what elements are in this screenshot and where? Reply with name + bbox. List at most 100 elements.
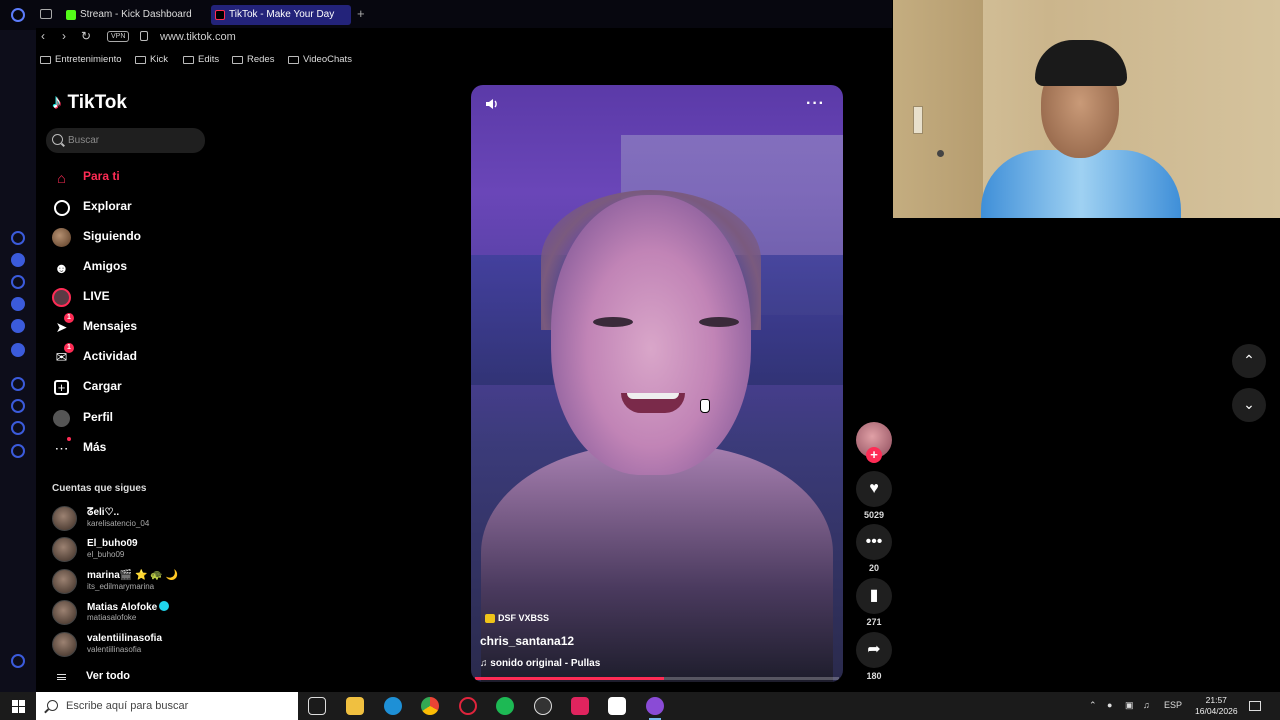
settings-icon[interactable] xyxy=(11,231,25,245)
next-video-button[interactable]: ⌄ xyxy=(1232,388,1266,422)
tiktok-logo[interactable]: ♪ TikTok xyxy=(52,92,127,114)
bookmark-label: Kick xyxy=(150,54,168,65)
task-view-icon[interactable] xyxy=(308,697,326,715)
file-explorer-icon[interactable] xyxy=(346,697,364,715)
nav-label: Mensajes xyxy=(83,319,138,333)
lock-icon[interactable] xyxy=(140,31,148,41)
nav-para-ti[interactable]: ⌂ Para ti xyxy=(52,166,212,188)
new-tab-button[interactable]: + xyxy=(357,7,365,20)
following-account[interactable]: valentiilinasofia valentiilinasofia xyxy=(52,632,212,658)
gear-icon[interactable] xyxy=(11,444,25,458)
microphone-icon[interactable]: ● xyxy=(1107,700,1112,710)
discord-icon[interactable] xyxy=(11,343,25,357)
previous-video-button[interactable]: ⌃ xyxy=(1232,344,1266,378)
notification-dot xyxy=(67,437,71,441)
like-button[interactable]: ♥ xyxy=(856,471,892,507)
tray-expand-icon[interactable]: ⌃ xyxy=(1089,700,1097,711)
clock-time: 21:57 xyxy=(1205,695,1227,705)
windows-start-icon[interactable] xyxy=(12,700,25,713)
tab-kick-dashboard[interactable]: Stream - Kick Dashboard xyxy=(62,5,206,25)
spotify-icon[interactable] xyxy=(496,697,514,715)
bookmark-folder[interactable]: VideoChats xyxy=(288,54,352,65)
video-author[interactable]: chris_santana12 xyxy=(480,634,574,648)
bookmark-folder[interactable]: Edits xyxy=(183,54,219,65)
account-username: its_edilmarymarina xyxy=(87,582,155,591)
profile-icon xyxy=(52,409,71,428)
avatar xyxy=(52,569,77,594)
gx-icon[interactable] xyxy=(11,654,25,668)
chevron-down-icon: ⌄ xyxy=(1243,396,1255,412)
nav-mensajes[interactable]: ➤ 1 Mensajes xyxy=(52,313,212,338)
edge-icon[interactable] xyxy=(384,697,402,715)
bookmark-folder[interactable]: Kick xyxy=(135,54,168,65)
avatar xyxy=(52,600,77,625)
language-indicator[interactable]: ESP xyxy=(1164,700,1182,710)
nav-explorar[interactable]: Explorar xyxy=(52,196,212,218)
reload-button[interactable]: ↻ xyxy=(81,29,91,43)
nav-label: Perfil xyxy=(83,410,114,424)
more-options-button[interactable]: ··· xyxy=(806,95,825,113)
taskbar-search-input[interactable] xyxy=(66,698,286,714)
tiktok-icon[interactable] xyxy=(11,297,25,311)
forward-button[interactable]: › xyxy=(62,29,66,43)
account-name: El_buho09 xyxy=(87,538,138,549)
instagram-icon[interactable] xyxy=(11,275,25,289)
history-icon[interactable] xyxy=(11,377,25,391)
opera-logo-icon[interactable] xyxy=(11,8,25,22)
back-button[interactable]: ‹ xyxy=(41,29,45,43)
bookmark-folder[interactable]: Entretenimiento xyxy=(40,54,122,65)
following-account[interactable]: Matias Alofoke matiasalofoke xyxy=(52,600,212,626)
account-username: valentiilinasofia xyxy=(87,645,142,654)
following-account[interactable]: ᘔeli♡.. karelisatencio_04 xyxy=(52,506,212,532)
save-button[interactable]: ▮ xyxy=(856,578,892,614)
x-icon[interactable] xyxy=(11,319,25,333)
nav-label: Amigos xyxy=(83,259,128,273)
nav-live[interactable]: LIVE xyxy=(52,286,212,308)
share-button[interactable]: ➦ xyxy=(856,632,892,668)
tab-bar: Stream - Kick Dashboard TikTok - Make Yo… xyxy=(0,0,892,30)
following-account[interactable]: marina🎬 ⭐ 🐢 🌙 its_edilmarymarina xyxy=(52,569,212,595)
video-progress-bar[interactable] xyxy=(475,677,839,680)
video-sound[interactable]: ♫ sonido original - Pullas xyxy=(480,658,600,669)
taskbar-search[interactable] xyxy=(36,692,298,720)
video-tag[interactable]: DSF VXBSS xyxy=(485,613,549,623)
url-field[interactable]: www.tiktok.com xyxy=(160,31,236,43)
whatsapp-icon[interactable] xyxy=(11,253,25,267)
network-icon[interactable]: ▣ xyxy=(1125,700,1134,711)
obs-icon[interactable] xyxy=(534,697,552,715)
search-input[interactable] xyxy=(68,132,198,148)
downloads-icon[interactable] xyxy=(11,399,25,413)
volume-icon[interactable] xyxy=(485,97,499,111)
capcut-icon[interactable] xyxy=(608,697,626,715)
logo-text: TikTok xyxy=(67,92,127,113)
tab-tiktok[interactable]: TikTok - Make Your Day xyxy=(211,5,351,25)
nav-amigos[interactable]: ☻ Amigos xyxy=(52,256,212,278)
folder-icon xyxy=(232,56,243,64)
avatar xyxy=(52,632,77,657)
opera-gx-icon[interactable] xyxy=(459,697,477,715)
workspaces-icon[interactable] xyxy=(40,9,52,19)
video-subject-face xyxy=(551,195,751,475)
video-progress-fill xyxy=(475,677,665,680)
comment-button[interactable]: ••• xyxy=(856,524,892,560)
discord-app-icon[interactable] xyxy=(646,697,664,720)
vpn-badge[interactable]: VPN xyxy=(107,31,130,42)
following-account[interactable]: El_buho09 el_buho09 xyxy=(52,537,212,563)
nav-actividad[interactable]: ✉ 1 Actividad xyxy=(52,343,212,368)
comment-icon: ••• xyxy=(865,533,883,550)
search-box[interactable] xyxy=(46,128,205,153)
nav-siguiendo[interactable]: Siguiendo xyxy=(52,226,212,248)
taskbar-clock[interactable]: 21:57 16/04/2026 xyxy=(1195,695,1238,717)
follow-plus-button[interactable]: + xyxy=(866,447,882,463)
tiktok-app-icon[interactable] xyxy=(571,697,589,715)
nav-perfil[interactable]: Perfil xyxy=(52,407,212,429)
extensions-icon[interactable] xyxy=(11,421,25,435)
volume-tray-icon[interactable]: ♫ xyxy=(1143,700,1150,710)
video-subject-eye xyxy=(699,317,739,327)
nav-cargar[interactable]: + Cargar xyxy=(52,376,212,398)
notifications-icon[interactable] xyxy=(1249,701,1261,711)
bookmark-folder[interactable]: Redes xyxy=(232,54,274,65)
video-player[interactable]: ··· DSF VXBSS chris_santana12 ♫ sonido o… xyxy=(471,85,843,682)
chrome-icon[interactable] xyxy=(421,697,439,715)
nav-mas[interactable]: ⋯ Más xyxy=(52,437,212,459)
